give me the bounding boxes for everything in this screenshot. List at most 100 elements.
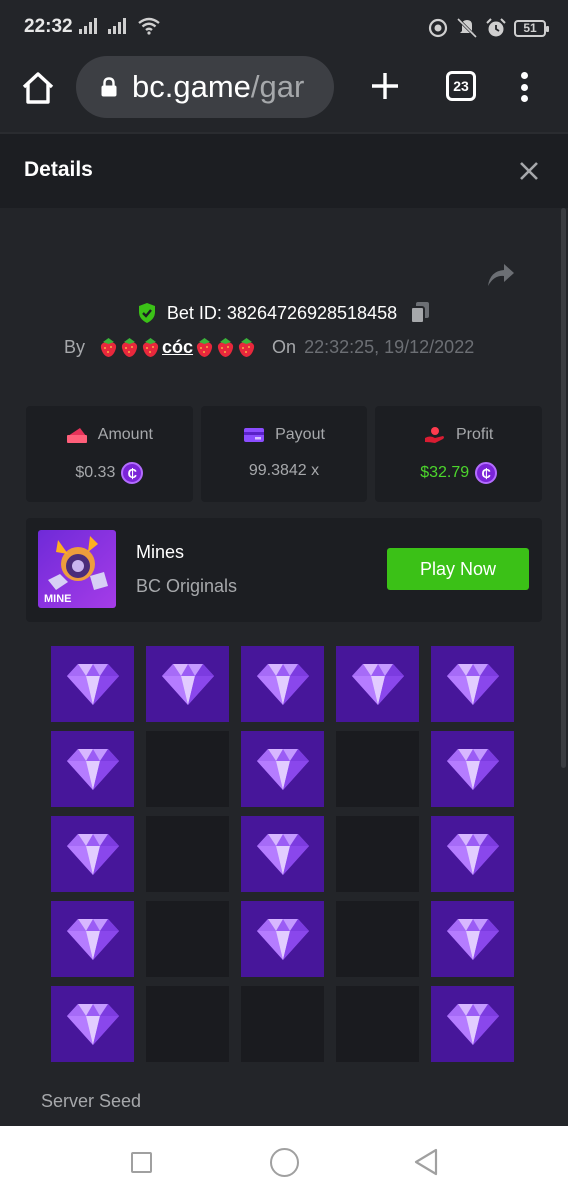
amount-value: $0.33 [75, 464, 116, 481]
lock-icon [101, 77, 117, 97]
copy-icon[interactable] [409, 301, 431, 325]
strawberry-icon [217, 338, 234, 357]
play-now-button[interactable]: Play Now [387, 548, 529, 590]
home-button[interactable] [270, 1148, 299, 1177]
battery-icon: 51 [514, 19, 549, 37]
url-path: /gar [250, 69, 305, 104]
gem-tile [51, 731, 134, 807]
gem-tile [431, 816, 514, 892]
details-header: Details [0, 132, 568, 208]
gem-icon [351, 664, 404, 705]
data-saver-icon [428, 18, 448, 38]
hidden-tile [336, 901, 419, 977]
server-seed-label: Server Seed [41, 1091, 142, 1111]
strawberry-icon [121, 338, 138, 357]
gem-tile [431, 901, 514, 977]
bet-id: Bet ID: 38264726928518458 [166, 302, 398, 323]
mines-grid [51, 646, 514, 1062]
hidden-tile [336, 731, 419, 807]
home-icon[interactable] [20, 70, 56, 106]
gem-icon [161, 664, 214, 705]
payout-icon [244, 428, 265, 442]
gem-tile [241, 646, 324, 722]
close-icon[interactable] [518, 160, 540, 182]
gem-tile [336, 646, 419, 722]
gem-icon [446, 919, 499, 960]
game-card: MINE Mines BC Originals Play Now [26, 518, 542, 622]
bet-timestamp: 22:32:25, 19/12/2022 [304, 337, 475, 357]
bet-details-content[interactable]: Bet ID: 38264726928518458 By cóc On 22:3… [0, 208, 568, 1126]
tabs-button[interactable]: 23 [446, 71, 476, 101]
gem-icon [256, 749, 309, 790]
profit-value: $32.79 [420, 464, 470, 481]
gem-tile [51, 901, 134, 977]
strawberry-icon [142, 338, 159, 357]
stat-label: Payout [275, 426, 325, 443]
stat-payout: Payout 99.3842 x [200, 406, 368, 502]
url-bar[interactable]: bc.game/gar [76, 56, 334, 118]
hidden-tile [146, 901, 229, 977]
browser-toolbar: bc.game/gar 23 [0, 56, 568, 132]
url-text: bc.game/gar [132, 69, 304, 105]
thumb-label: MINE [44, 593, 72, 605]
gem-tile [241, 731, 324, 807]
gem-icon [256, 834, 309, 875]
bet-id-row: Bet ID: 38264726928518458 [0, 301, 568, 325]
profit-icon [425, 427, 444, 443]
payout-value: 99.3842 x [248, 462, 320, 479]
share-icon[interactable] [486, 262, 516, 288]
hidden-tile [336, 986, 419, 1062]
scrollbar[interactable] [561, 208, 566, 768]
username: cóc [162, 337, 194, 357]
gem-tile [51, 646, 134, 722]
gem-tile [146, 646, 229, 722]
gem-icon [446, 664, 499, 705]
strawberry-icon [100, 338, 117, 357]
url-host: bc.game [132, 69, 251, 104]
hidden-tile [146, 731, 229, 807]
wifi-icon [138, 17, 160, 35]
bet-stats: Amount $0.33 ₵ Payout 99.3842 x Profit $… [26, 406, 543, 502]
gem-tile [241, 901, 324, 977]
system-nav-bar [0, 1126, 568, 1200]
status-bar: 22:32 51 [0, 0, 568, 56]
status-time: 22:32 [24, 16, 73, 37]
gem-icon [256, 664, 309, 705]
game-name: Mines [136, 542, 185, 562]
gem-icon [446, 1004, 499, 1045]
stat-label: Profit [456, 426, 494, 443]
signal-icon [79, 18, 97, 34]
strawberry-icon [238, 338, 255, 357]
plus-icon[interactable] [369, 70, 401, 102]
gem-icon [446, 834, 499, 875]
status-right-icons: 51 [428, 15, 549, 41]
hidden-tile [336, 816, 419, 892]
verified-shield-icon [138, 303, 155, 323]
stat-profit: Profit $32.79 ₵ [375, 406, 543, 502]
hidden-tile [146, 986, 229, 1062]
gem-icon [256, 919, 309, 960]
by-label: By [64, 337, 86, 357]
strawberry-icon [196, 338, 213, 357]
game-thumbnail[interactable]: MINE [38, 530, 116, 608]
username-link[interactable]: cóc [99, 337, 256, 358]
gem-tile [431, 731, 514, 807]
on-label: On [272, 337, 297, 357]
gem-icon [66, 1004, 119, 1045]
back-icon[interactable] [413, 1148, 439, 1176]
mute-vibrate-icon [456, 18, 478, 38]
menu-icon[interactable] [514, 70, 534, 104]
signal-icon [108, 18, 126, 34]
gem-tile [51, 986, 134, 1062]
gem-tile [431, 986, 514, 1062]
coin-icon: ₵ [475, 462, 498, 484]
stat-label: Amount [97, 426, 153, 443]
gem-icon [66, 664, 119, 705]
page-title: Details [24, 158, 93, 181]
recents-button[interactable] [131, 1152, 152, 1173]
amount-icon [66, 428, 87, 443]
stat-amount: Amount $0.33 ₵ [26, 406, 193, 502]
game-provider: BC Originals [136, 576, 238, 596]
gem-icon [446, 749, 499, 790]
gem-icon [66, 919, 119, 960]
